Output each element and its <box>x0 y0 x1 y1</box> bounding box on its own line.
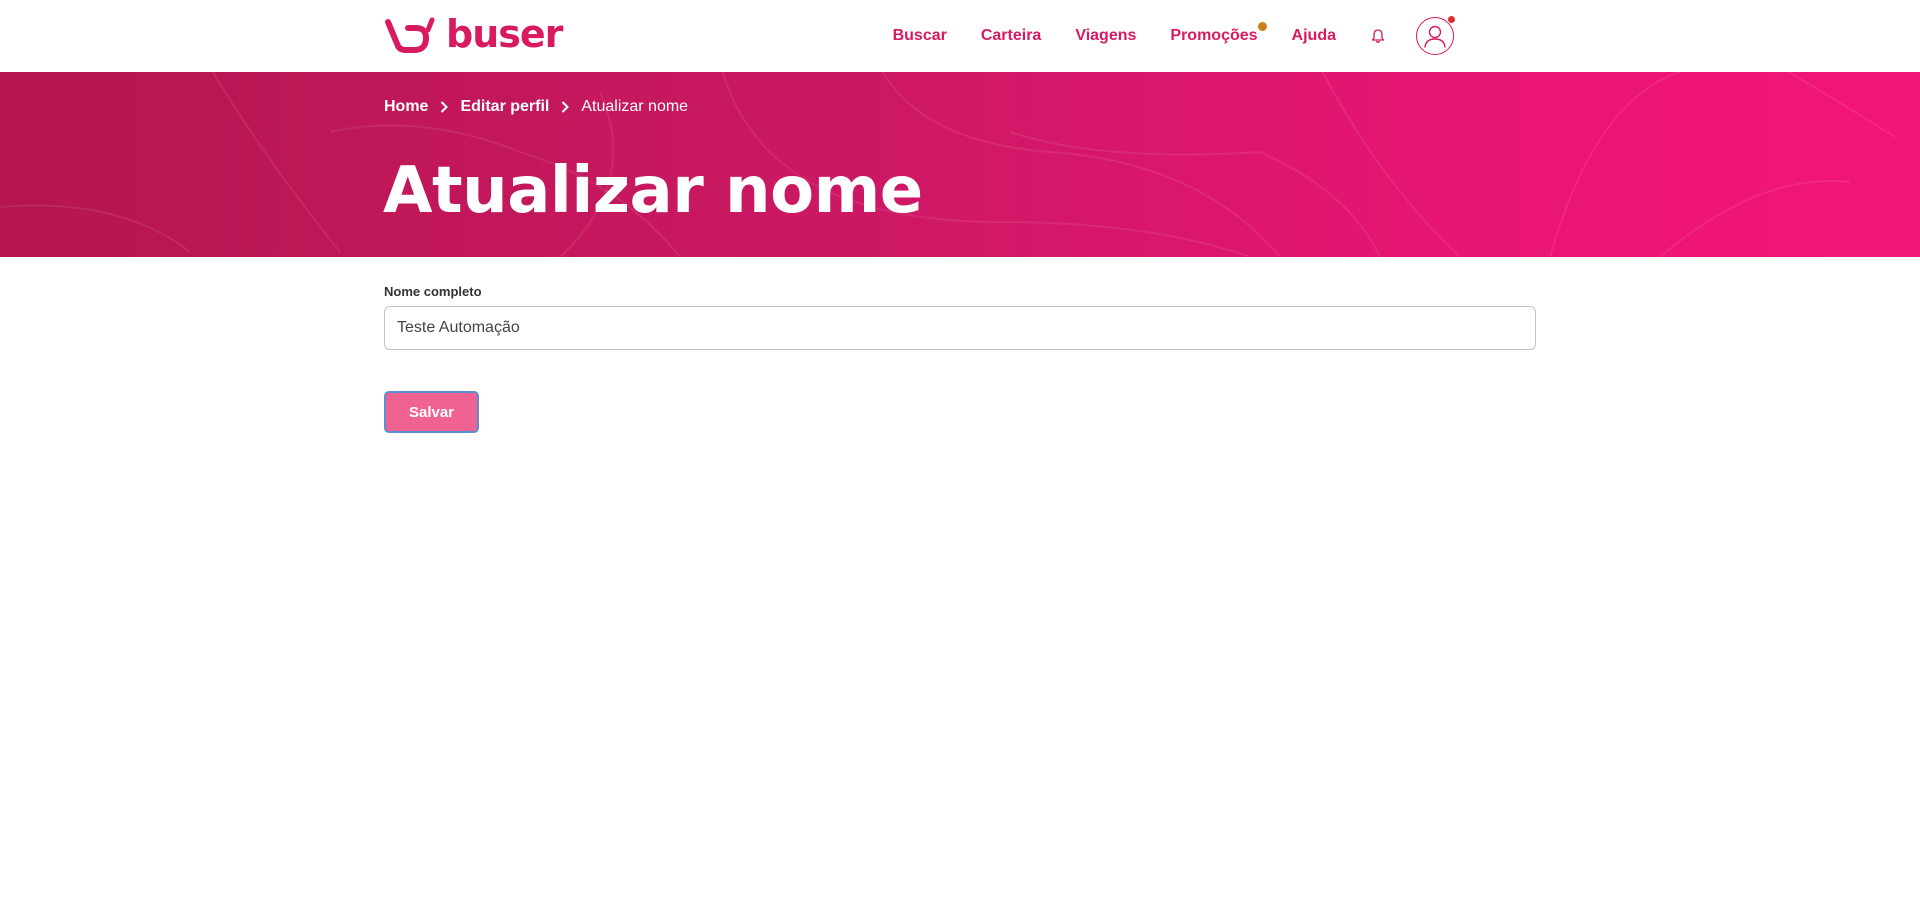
chevron-right-icon <box>440 101 449 113</box>
main-nav: Buscar Carteira Viagens Promoções Ajuda <box>893 0 1456 72</box>
promo-notification-dot <box>1257 22 1267 31</box>
page-title: Atualizar nome <box>383 154 923 228</box>
nav-buscar-label: Buscar <box>892 27 947 44</box>
chevron-right-icon <box>561 101 570 113</box>
full-name-input[interactable] <box>384 306 1536 350</box>
save-button[interactable]: Salvar <box>384 391 479 433</box>
buser-logo-mark-icon <box>385 17 435 53</box>
user-avatar-icon[interactable] <box>1416 15 1456 55</box>
avatar-notification-dot <box>1447 15 1456 24</box>
breadcrumb-home[interactable]: Home <box>384 98 428 116</box>
nav-viagens-label: Viagens <box>1075 27 1137 44</box>
buser-logo[interactable]: buser <box>384 14 564 54</box>
breadcrumb-current: Atualizar nome <box>581 98 689 115</box>
page-header-banner: Home Editar perfil Atualizar nome Atuali… <box>0 72 1920 257</box>
full-name-label: Nome completo <box>384 284 482 299</box>
brand-name: buser <box>446 12 563 56</box>
nav-carteira-label: Carteira <box>980 27 1042 44</box>
nav-buscar[interactable]: Buscar <box>893 27 947 45</box>
bell-icon[interactable] <box>1368 26 1388 46</box>
breadcrumb-editar-perfil[interactable]: Editar perfil <box>460 98 549 116</box>
breadcrumb: Home Editar perfil Atualizar nome <box>384 96 688 118</box>
nav-ajuda[interactable]: Ajuda <box>1292 27 1336 45</box>
update-name-form: Nome completo Salvar <box>384 284 1536 433</box>
nav-viagens[interactable]: Viagens <box>1075 27 1136 45</box>
banner-decoration <box>0 72 1896 257</box>
nav-promocoes-label: Promoções <box>1170 27 1258 44</box>
nav-ajuda-label: Ajuda <box>1291 27 1336 44</box>
nav-carteira[interactable]: Carteira <box>981 27 1041 45</box>
nav-promocoes[interactable]: Promoções <box>1170 22 1267 45</box>
top-navbar: buser Buscar Carteira Viagens Promoções … <box>0 0 1920 72</box>
